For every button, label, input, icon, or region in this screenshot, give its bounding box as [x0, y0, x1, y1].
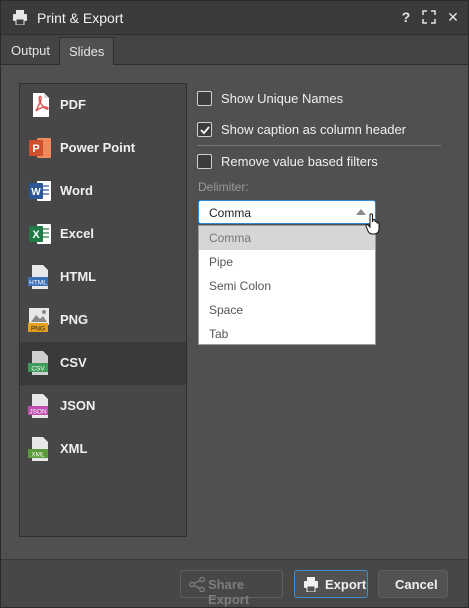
cancel-button[interactable]: Cancel: [378, 570, 448, 598]
printer-icon: [304, 577, 318, 592]
format-label: PDF: [60, 97, 86, 112]
close-button[interactable]: ✕: [445, 9, 461, 25]
show-unique-names-checkbox[interactable]: [197, 91, 212, 106]
svg-text:P: P: [32, 143, 39, 155]
show-unique-names-label: Show Unique Names: [221, 91, 344, 106]
svg-text:PNG: PNG: [31, 326, 45, 333]
delimiter-option-tab[interactable]: Tab: [199, 322, 375, 346]
svg-text:CSV: CSV: [31, 366, 45, 373]
tab-output[interactable]: Output: [2, 37, 59, 65]
share-icon: [189, 577, 205, 592]
json-icon: JSON: [28, 394, 48, 418]
format-label: HTML: [60, 269, 97, 284]
format-word[interactable]: W Word: [20, 170, 186, 213]
format-label: XML: [60, 441, 88, 456]
format-json[interactable]: JSON JSON: [20, 385, 186, 428]
xml-icon: XML: [28, 437, 48, 461]
share-export-button[interactable]: Share Export: [180, 570, 283, 607]
share-export-label: Share Export: [208, 577, 250, 607]
format-html[interactable]: HTML HTML: [20, 256, 186, 299]
png-icon: PNG: [28, 308, 49, 333]
excel-icon: X: [29, 224, 51, 244]
title-bar: Print & Export ? ✕: [1, 1, 468, 35]
format-label: Word: [60, 183, 93, 198]
tab-slides[interactable]: Slides: [59, 37, 115, 65]
svg-text:HTML: HTML: [29, 280, 47, 287]
checkmark-icon: [200, 126, 210, 135]
print-export-dialog: Print & Export ? ✕ Output Slides PDF P P…: [0, 0, 469, 608]
tab-bar: Output Slides: [1, 35, 468, 65]
word-icon: W: [29, 181, 51, 201]
powerpoint-icon: P: [29, 138, 51, 158]
maximize-icon[interactable]: [421, 9, 437, 25]
export-label: Export: [325, 577, 367, 592]
svg-text:XML: XML: [31, 452, 45, 459]
options-divider: [197, 145, 441, 146]
show-unique-names-option[interactable]: Show Unique Names: [197, 89, 447, 109]
format-label: Power Point: [60, 140, 136, 155]
show-caption-checkbox[interactable]: [197, 122, 212, 137]
printer-icon: [13, 10, 27, 25]
format-label: PNG: [60, 312, 89, 327]
remove-filters-option[interactable]: Remove value based filters: [197, 152, 447, 172]
format-excel[interactable]: X Excel: [20, 213, 186, 256]
delimiter-selected-value: Comma: [209, 206, 252, 220]
hand-pointer-icon: [365, 213, 380, 235]
delimiter-label: Delimiter:: [198, 180, 249, 194]
html-icon: HTML: [28, 265, 48, 289]
remove-filters-label: Remove value based filters: [221, 154, 378, 169]
dialog-footer: Share Export Export Cancel: [1, 559, 468, 607]
svg-text:JSON: JSON: [29, 409, 47, 416]
remove-filters-checkbox[interactable]: [197, 154, 212, 169]
delimiter-dropdown: Comma Pipe Semi Colon Space Tab: [198, 225, 376, 345]
csv-icon: CSV: [28, 351, 48, 375]
show-caption-label: Show caption as column header: [221, 122, 407, 137]
export-button[interactable]: Export: [294, 570, 368, 598]
svg-text:X: X: [32, 229, 40, 241]
delimiter-option-pipe[interactable]: Pipe: [199, 250, 375, 274]
svg-text:W: W: [31, 187, 41, 198]
delimiter-option-space[interactable]: Space: [199, 298, 375, 322]
format-pdf[interactable]: PDF: [20, 84, 186, 127]
help-button[interactable]: ?: [398, 9, 414, 25]
dialog-title: Print & Export: [37, 10, 124, 26]
cancel-label: Cancel: [395, 577, 438, 592]
format-label: CSV: [60, 355, 87, 370]
format-png[interactable]: PNG PNG: [20, 299, 186, 342]
format-label: Excel: [60, 226, 94, 241]
format-xml[interactable]: XML XML: [20, 428, 186, 471]
show-caption-option[interactable]: Show caption as column header: [197, 120, 447, 140]
format-label: JSON: [60, 398, 96, 413]
format-powerpoint[interactable]: P Power Point: [20, 127, 186, 170]
delimiter-option-semicolon[interactable]: Semi Colon: [199, 274, 375, 298]
pdf-icon: [33, 93, 49, 117]
delimiter-option-comma[interactable]: Comma: [199, 226, 375, 250]
format-csv[interactable]: CSV CSV: [20, 342, 186, 385]
delimiter-select[interactable]: Comma: [198, 200, 376, 224]
format-list: PDF P Power Point W Word X Excel HTML HT…: [19, 83, 187, 537]
